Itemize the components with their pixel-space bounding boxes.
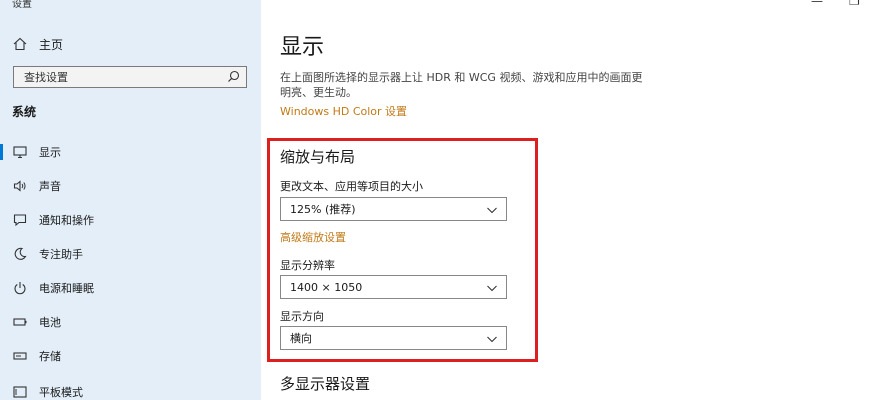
scale-layout-heading: 缩放与布局 [280,148,356,166]
search-icon [228,70,240,82]
sidebar-item-power-sleep[interactable]: 电源和睡眠 [0,276,261,300]
advanced-scaling-link[interactable]: 高级缩放设置 [280,229,346,245]
sidebar-item-label: 显示 [39,146,61,159]
sidebar-item-notifications[interactable]: 通知和操作 [0,208,261,232]
sidebar-item-label: 通知和操作 [39,214,94,227]
sidebar-item-label: 声音 [39,180,61,193]
orientation-dropdown[interactable]: 横向 [280,326,507,350]
resolution-value: 1400 × 1050 [290,280,363,294]
sidebar-item-label: 专注助手 [39,248,83,261]
chevron-down-icon [487,285,497,292]
sidebar-item-label: 电池 [39,316,61,329]
app-title: 设置 [12,0,32,10]
monitor-icon [13,145,27,159]
multiple-displays-heading: 多显示器设置 [280,375,371,393]
sidebar-item-label: 电源和睡眠 [39,282,94,295]
orientation-value: 横向 [290,332,312,345]
sidebar-item-label: 平板模式 [39,386,83,399]
moon-icon [13,247,27,261]
storage-icon [13,349,27,363]
home-label: 主页 [39,37,64,52]
scale-label: 更改文本、应用等项目的大小 [280,180,423,193]
home-icon [13,37,27,51]
sidebar-item-label: 存储 [39,350,61,363]
home-button[interactable]: 主页 [13,34,63,54]
maximize-button[interactable]: ❐ [849,0,860,8]
power-icon [13,281,27,295]
resolution-label: 显示分辨率 [280,259,335,272]
sidebar-item-sound[interactable]: 声音 [0,174,261,198]
sidebar-item-battery[interactable]: 电池 [0,310,261,334]
sidebar-item-display[interactable]: 显示 [0,140,261,164]
resolution-dropdown[interactable]: 1400 × 1050 [280,275,507,299]
sidebar: 设置 主页 查找设置 系统 显示 声音 通知和操作 专注助手 电源和睡眠 电池 … [0,0,261,400]
tablet-icon [13,385,27,399]
sidebar-item-tablet-mode[interactable]: 平板模式 [0,380,261,400]
scale-dropdown[interactable]: 125% (推荐) [280,197,507,221]
chevron-down-icon [487,207,497,214]
sidebar-item-focus-assist[interactable]: 专注助手 [0,242,261,266]
windows-hd-color-link[interactable]: Windows HD Color 设置 [280,103,407,119]
scale-value: 125% (推荐) [290,203,356,216]
page-title: 显示 [280,35,325,60]
main-content: — ❐ 显示 在上面图所选择的显示器上让 HDR 和 WCG 视频、游戏和应用中… [261,0,889,400]
sidebar-item-storage[interactable]: 存储 [0,344,261,368]
minimize-button[interactable]: — [811,0,823,8]
orientation-label: 显示方向 [280,310,324,323]
notification-icon [13,213,27,227]
speaker-icon [13,179,27,193]
hdr-description: 在上面图所选择的显示器上让 HDR 和 WCG 视频、游戏和应用中的画面更明亮、… [280,71,643,99]
search-placeholder: 查找设置 [24,71,68,84]
chevron-down-icon [487,336,497,343]
section-label-system: 系统 [12,105,37,119]
battery-icon [13,315,27,329]
search-input[interactable]: 查找设置 [13,66,247,88]
